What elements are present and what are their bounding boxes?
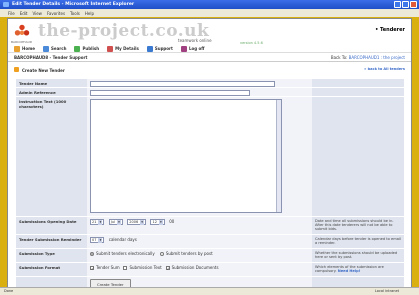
help-cell — [312, 79, 404, 87]
chk-submission-docs-label: Submission Documents — [171, 265, 219, 270]
year-select[interactable]: 2006 — [127, 219, 147, 225]
reminder-label: Tender Submission Reminder — [16, 235, 87, 248]
row-tender-name: Tender Name — [16, 79, 404, 88]
help-icon — [146, 45, 153, 52]
main-nav: Home Search Publish My Details Support L… — [8, 43, 411, 53]
month-select[interactable]: Jul — [108, 219, 123, 225]
opening-date-label: Submissions Opening Date — [16, 217, 87, 234]
instruction-textarea[interactable] — [90, 99, 282, 213]
opening-date-help: Date and time all submissions should be … — [312, 217, 404, 234]
row-opening-date: Submissions Opening Date 21 Jul 2006 12 … — [16, 217, 404, 235]
window-controls — [394, 1, 417, 8]
logo-star-icon — [14, 24, 30, 36]
nav-support[interactable]: Support — [146, 44, 173, 53]
instruction-cell — [87, 97, 312, 216]
logoff-icon — [180, 45, 187, 52]
site-header: BARCOPHAUD the-project.co.uk teamwork on… — [8, 19, 411, 53]
nav-label: My Details — [115, 46, 139, 51]
home-icon — [14, 45, 20, 52]
sub-format-label: Submission Format — [16, 263, 87, 276]
tender-name-input[interactable] — [90, 81, 275, 87]
ie-icon — [3, 2, 9, 7]
nav-label: Search — [50, 46, 67, 51]
nav-home[interactable]: Home — [14, 44, 35, 53]
reminder-cell: 07 calendar days — [87, 235, 312, 248]
breadcrumb-title: BARCOPHAUD8 - Tender Support — [14, 55, 88, 60]
window-title: Edit Tender Details - Microsoft Internet… — [12, 2, 135, 7]
status-bar: Done Local intranet — [0, 287, 419, 295]
reminder-unit: calendar days — [108, 237, 137, 242]
admin-ref-input[interactable] — [90, 90, 250, 96]
admin-ref-label: Admin Reference — [16, 88, 87, 96]
chk-tender-sum[interactable]: ✓ — [90, 266, 94, 271]
chk-submission-docs[interactable]: ✓ — [165, 266, 170, 271]
nav-label: Log off — [188, 46, 205, 51]
back-to-all-tenders-link[interactable]: » back to All tenders — [364, 67, 405, 73]
admin-ref-cell — [87, 88, 312, 96]
sub-format-help: Which elements of the submission are com… — [312, 263, 404, 276]
radio-electronic[interactable] — [90, 252, 94, 256]
radio-electronic-label: Submit tenders electronically — [96, 251, 155, 256]
close-button[interactable] — [410, 1, 417, 8]
title-bar: Edit Tender Details - Microsoft Internet… — [0, 0, 419, 9]
row-sub-type: Submission Type Submit tenders electroni… — [16, 249, 404, 263]
help-cell — [312, 97, 404, 216]
sub-type-label: Submission Type — [16, 249, 87, 262]
row-reminder: Tender Submission Reminder 07 calendar d… — [16, 235, 404, 249]
nav-label: Support — [154, 46, 173, 51]
reminder-days-select[interactable]: 07 — [90, 237, 105, 243]
maximize-button[interactable] — [402, 1, 409, 8]
menu-bar: File Edit View Favorites Tools Help — [0, 9, 419, 17]
nav-search[interactable]: Search — [42, 44, 67, 53]
nav-logoff[interactable]: Log off — [180, 44, 205, 53]
radio-post-label: Submit tenders by post — [165, 251, 213, 256]
sub-type-cell: Submit tenders electronically Submit ten… — [87, 249, 312, 262]
back-to: Back To: BARCOPHAUD1 : the project — [330, 55, 405, 60]
help-cell — [312, 88, 404, 96]
chk-submission-text-label: Submission Text — [129, 265, 162, 270]
row-admin-ref: Admin Reference — [16, 88, 404, 97]
section-title: Create New Tender — [22, 68, 65, 73]
instruction-label: Instruction Text (1000 characters) — [16, 97, 87, 216]
reminder-help: Calendar days before tender is opened to… — [312, 235, 404, 248]
back-link[interactable]: BARCOPHAUD1 : the project — [349, 55, 405, 60]
tender-form: Tender Name Admin Reference Instruction … — [16, 79, 404, 291]
minimize-button[interactable] — [394, 1, 401, 8]
textarea-scrollbar[interactable] — [276, 100, 281, 212]
radio-post[interactable] — [159, 252, 164, 256]
day-select[interactable]: 21 — [90, 219, 105, 225]
nav-my-details[interactable]: My Details — [107, 44, 139, 53]
nav-label: Publish — [82, 46, 100, 51]
page-content: BARCOPHAUD the-project.co.uk teamwork on… — [7, 18, 412, 291]
search-icon — [42, 45, 49, 52]
section-header: Create New Tender » back to All tenders — [8, 65, 411, 75]
hour-select[interactable]: 12 — [150, 219, 165, 225]
user-icon — [107, 45, 114, 52]
opening-date-cell: 21 Jul 2006 12 00 — [87, 217, 312, 234]
sub-format-cell: ✓ Tender Sum Submission Text ✓ Submission … — [87, 263, 312, 276]
section-title-wrap: Create New Tender — [14, 67, 65, 73]
row-sub-format: Submission Format ✓ Tender Sum Submission… — [16, 263, 404, 277]
need-help-link[interactable]: Need Help! — [338, 269, 361, 273]
nav-publish[interactable]: Publish — [74, 44, 99, 53]
row-instruction: Instruction Text (1000 characters) — [16, 97, 404, 217]
minute-text: 00 — [169, 219, 175, 224]
arrow-icon — [14, 67, 19, 72]
publish-icon — [74, 45, 81, 52]
sub-type-help: Whether the submissions should be upload… — [312, 249, 404, 262]
browser-window: Edit Tender Details - Microsoft Internet… — [0, 0, 419, 295]
area-label: • Tenderer — [375, 27, 405, 33]
tender-name-label: Tender Name — [16, 79, 87, 87]
chk-tender-sum-label: Tender Sum — [96, 265, 120, 270]
chk-submission-text[interactable] — [123, 266, 128, 270]
back-prefix: Back To: — [330, 55, 348, 60]
nav-label: Home — [22, 46, 35, 51]
tender-name-cell — [87, 79, 312, 87]
status-text: Done — [4, 289, 14, 293]
zone-indicator: Local intranet — [374, 289, 399, 293]
breadcrumb: BARCOPHAUD8 - Tender Support Back To: BA… — [8, 53, 411, 62]
